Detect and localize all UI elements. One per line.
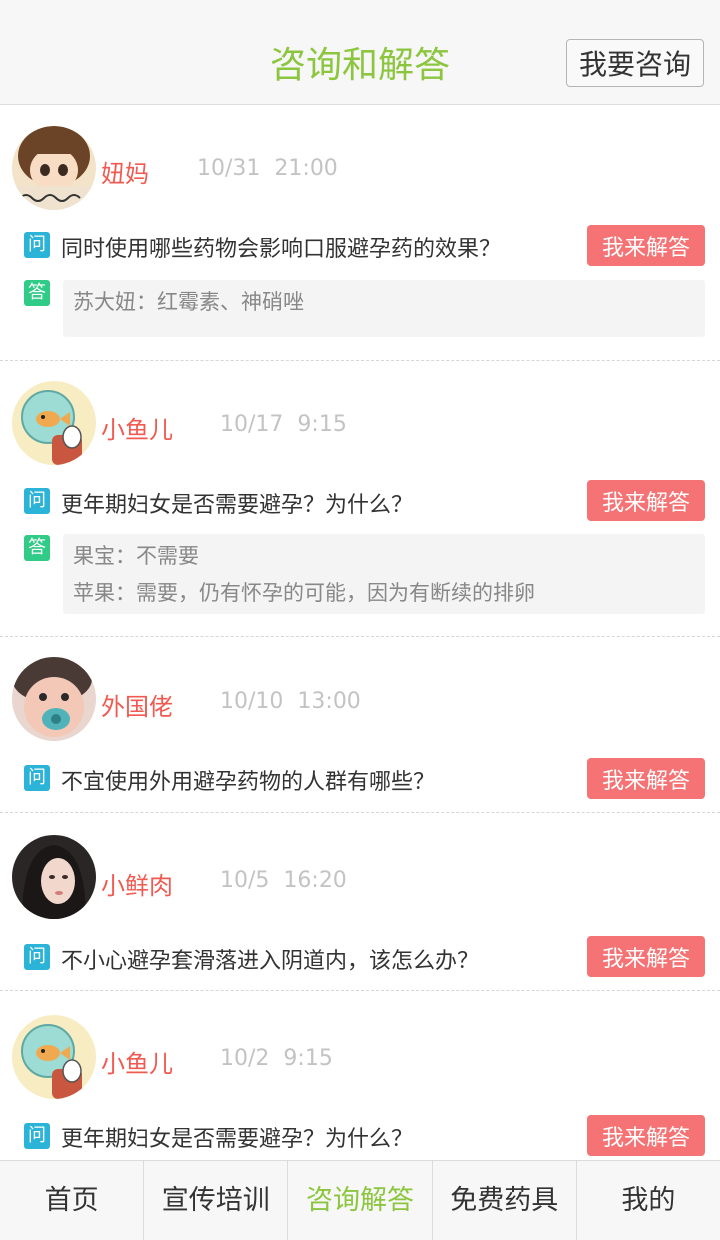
goldfish-bowl-avatar[interactable] xyxy=(12,1015,96,1099)
post-time: 16:20 xyxy=(283,868,347,893)
username[interactable]: 小鲜肉 xyxy=(101,866,173,901)
post-time: 21:00 xyxy=(274,156,338,181)
reply-button[interactable]: 我来解答 xyxy=(587,936,705,977)
answer-text: 苏大妞：红霉素、神硝唑 xyxy=(73,290,304,314)
post-timestamp: 10/17 9:15 xyxy=(220,412,347,437)
question-icon: 问 xyxy=(24,765,50,791)
post-item: 小鱼儿 10/17 9:15 问 更年期妇女是否需要避孕？为什么？ 我来解答 答 … xyxy=(0,361,720,637)
answer-box: 苏大妞：红霉素、神硝唑 xyxy=(63,280,705,337)
tab-promotion-training[interactable]: 宣传培训 xyxy=(144,1161,289,1240)
question-icon: 问 xyxy=(24,488,50,514)
reply-button[interactable]: 我来解答 xyxy=(587,758,705,799)
question-text[interactable]: 同时使用哪些药物会影响口服避孕药的效果？ xyxy=(61,231,501,263)
bottom-tab-bar: 首页 宣传培训 咨询解答 免费药具 我的 xyxy=(0,1160,720,1240)
post-time: 13:00 xyxy=(297,689,361,714)
cartoon-girl-avatar[interactable] xyxy=(12,126,96,210)
answer-text: 苹果：需要，仍有怀孕的可能，因为有断续的排卵 xyxy=(73,581,535,605)
question-text[interactable]: 不小心避孕套滑落进入阴道内，该怎么办？ xyxy=(61,943,479,975)
reply-button[interactable]: 我来解答 xyxy=(587,480,705,521)
username[interactable]: 小鱼儿 xyxy=(101,410,173,445)
post-timestamp: 10/10 13:00 xyxy=(220,689,361,714)
reply-button[interactable]: 我来解答 xyxy=(587,225,705,266)
post-timestamp: 10/31 21:00 xyxy=(197,156,338,181)
post-item: 小鱼儿 10/2 9:15 问 更年期妇女是否需要避孕？为什么？ 我来解答 xyxy=(0,991,720,1160)
post-date: 10/17 xyxy=(220,412,284,437)
post-item: 外国佬 10/10 13:00 问 不宜使用外用避孕药物的人群有哪些？ 我来解答 xyxy=(0,637,720,813)
tab-consult-answers[interactable]: 咨询解答 xyxy=(288,1161,433,1240)
question-text[interactable]: 不宜使用外用避孕药物的人群有哪些？ xyxy=(61,764,435,796)
post-date: 10/2 xyxy=(220,1046,270,1071)
post-date: 10/5 xyxy=(220,868,270,893)
post-time: 9:15 xyxy=(283,1046,333,1071)
post-item: 妞妈 10/31 21:00 问 同时使用哪些药物会影响口服避孕药的效果？ 我来解… xyxy=(0,106,720,361)
baby-pacifier-avatar[interactable] xyxy=(12,657,96,741)
question-icon: 问 xyxy=(24,1123,50,1149)
tab-home[interactable]: 首页 xyxy=(0,1161,145,1240)
goldfish-bowl-avatar[interactable] xyxy=(12,381,96,465)
post-timestamp: 10/5 16:20 xyxy=(220,868,347,893)
question-text[interactable]: 更年期妇女是否需要避孕？为什么？ xyxy=(61,487,413,519)
post-date: 10/31 xyxy=(197,156,261,181)
woman-portrait-avatar[interactable] xyxy=(12,835,96,919)
ask-question-button[interactable]: 我要咨询 xyxy=(566,39,704,87)
header-bar: 咨询和解答 我要咨询 xyxy=(0,0,720,105)
post-date: 10/10 xyxy=(220,689,284,714)
username[interactable]: 小鱼儿 xyxy=(101,1044,173,1079)
username[interactable]: 外国佬 xyxy=(101,687,173,722)
answer-icon: 答 xyxy=(24,535,50,561)
question-text[interactable]: 更年期妇女是否需要避孕？为什么？ xyxy=(61,1121,413,1153)
answer-text: 果宝：不需要 xyxy=(73,544,199,568)
tab-free-supplies[interactable]: 免费药具 xyxy=(433,1161,577,1240)
question-icon: 问 xyxy=(24,944,50,970)
answer-icon: 答 xyxy=(24,280,50,306)
answer-box: 果宝：不需要 苹果：需要，仍有怀孕的可能，因为有断续的排卵 xyxy=(63,534,705,614)
post-timestamp: 10/2 9:15 xyxy=(220,1046,333,1071)
post-item: 小鲜肉 10/5 16:20 问 不小心避孕套滑落进入阴道内，该怎么办？ 我来解答 xyxy=(0,813,720,991)
post-time: 9:15 xyxy=(297,412,347,437)
question-icon: 问 xyxy=(24,232,50,258)
username[interactable]: 妞妈 xyxy=(101,154,149,189)
tab-mine[interactable]: 我的 xyxy=(577,1161,720,1240)
reply-button[interactable]: 我来解答 xyxy=(587,1115,705,1156)
